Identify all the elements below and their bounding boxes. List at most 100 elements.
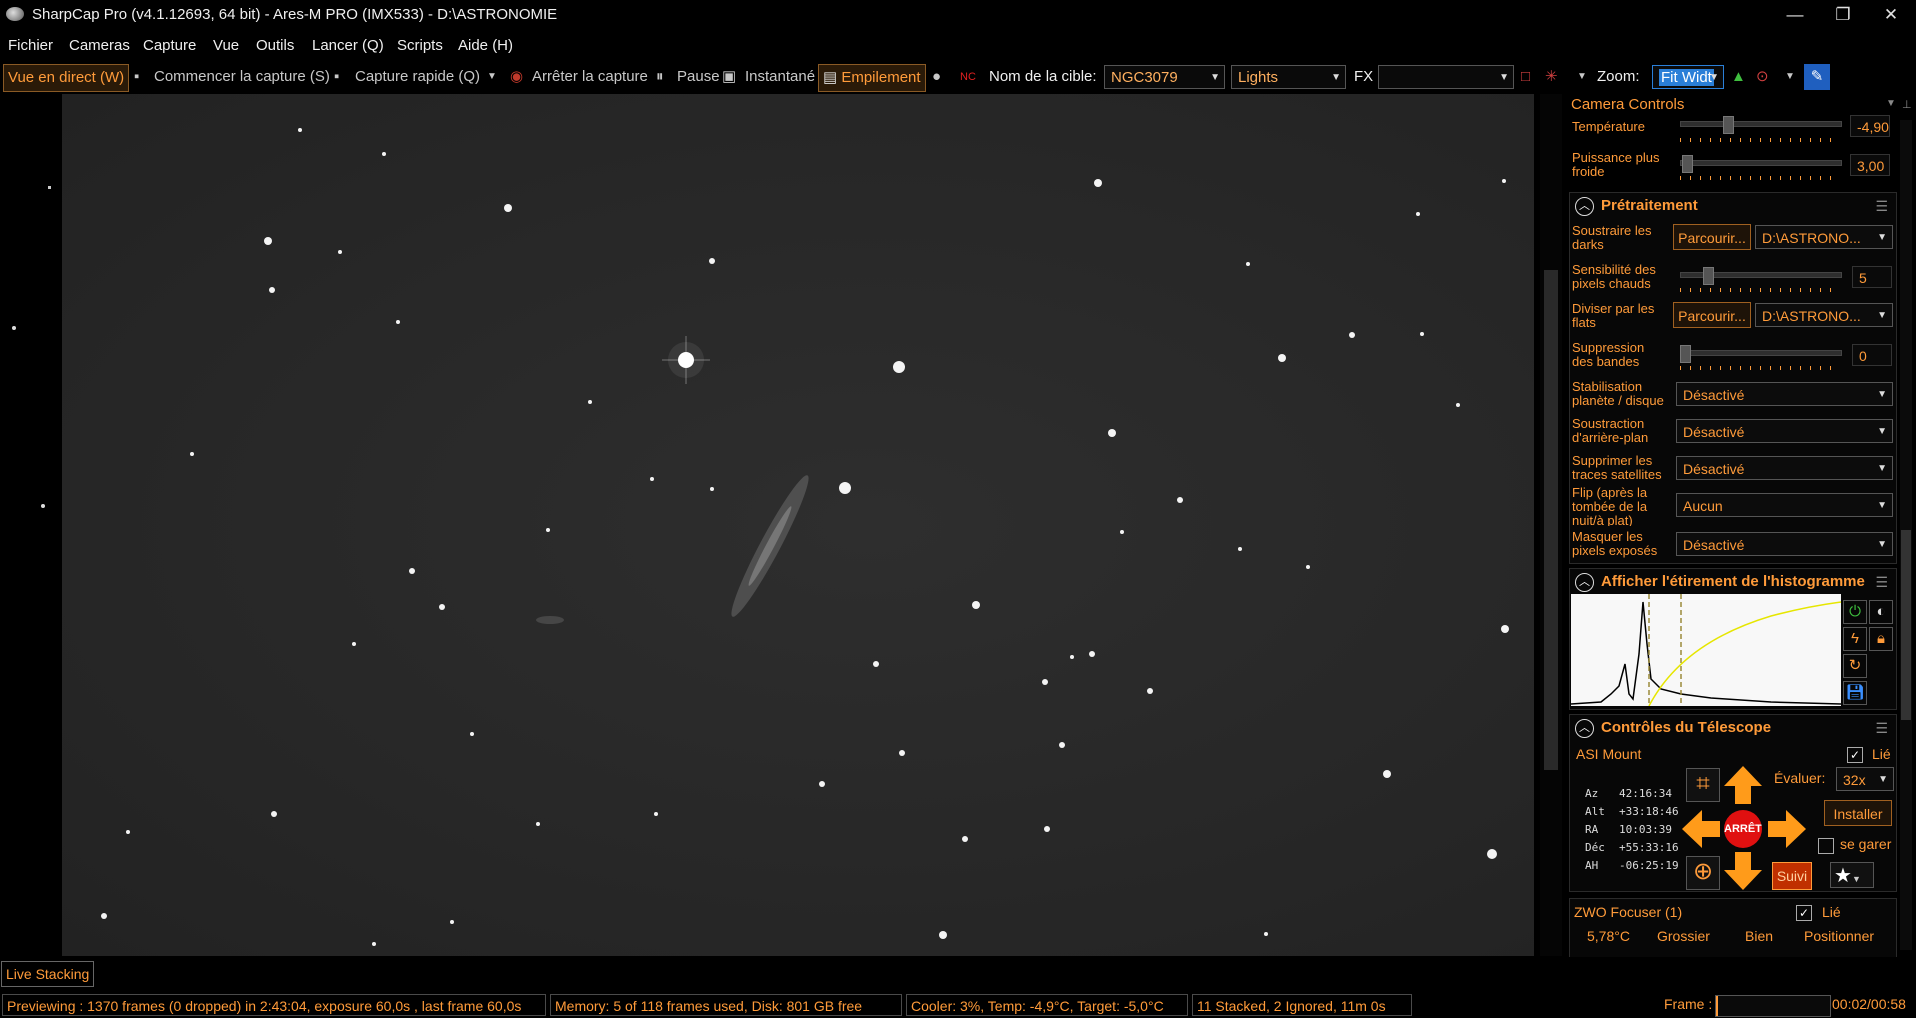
target-gear-icon[interactable]: ⊙ [1756,64,1769,90]
frame-type-select[interactable]: Lights ▼ [1231,65,1346,89]
temperature-slider-thumb[interactable] [1723,116,1734,134]
chevron-down-icon[interactable]: ▼ [1577,64,1587,90]
mask-select[interactable]: Désactivé ▼ [1676,532,1893,556]
hot-pixel-value[interactable]: 5 [1852,266,1892,288]
menu-launch[interactable]: Lancer (Q) [312,37,384,54]
zoom-select[interactable]: Fit Widt ▼ [1652,65,1724,89]
cooler-power-value[interactable]: 3,00 [1850,154,1890,176]
arrow-right-icon[interactable] [1766,808,1808,850]
menu-tools[interactable]: Outils [256,37,294,54]
menu-file[interactable]: Fichier [8,37,53,54]
mount-coordinates: Az 42:16:34 Alt +33:18:46 RA 10:03:39 Déc +5… [1585,785,1679,875]
crosshair-icon[interactable]: ⊕ [1686,856,1720,890]
hamburger-icon[interactable]: ☰ [1875,720,1888,737]
fx-select[interactable]: ▼ [1378,65,1514,89]
collapse-icon[interactable]: ︿ [1575,719,1594,738]
minimize-button[interactable]: — [1772,0,1818,30]
hamburger-icon[interactable]: ☰ [1875,574,1888,591]
lock-icon[interactable]: 🔒︎ [1869,627,1893,651]
dark-file-select[interactable]: D:\ASTRONO... ▼ [1755,225,1893,249]
chevron-down-icon[interactable]: ▼ [487,64,497,90]
temperature-slider[interactable] [1680,121,1842,127]
target-name-select[interactable]: NGC3079 ▼ [1104,65,1225,89]
temperature-value[interactable]: -4,90 [1850,115,1890,137]
banding-slider-thumb[interactable] [1680,345,1691,363]
banding-label: Suppression des bandes [1572,340,1645,369]
stacking-button[interactable]: ▤ Empilement [818,64,926,92]
browse-flats-button[interactable]: Parcourir... [1673,302,1751,328]
flip-select[interactable]: Aucun ▼ [1676,493,1893,517]
park-checkbox[interactable] [1818,838,1834,854]
stop-mount-button[interactable]: ARRÊTE [1724,810,1762,848]
collapse-icon[interactable]: ︿ [1575,573,1594,592]
histogram-peak-icon[interactable]: ▲ [1731,64,1746,90]
satellite-select[interactable]: Désactivé ▼ [1676,456,1893,480]
flat-file-select[interactable]: D:\ASTRONO... ▼ [1755,303,1893,327]
start-capture-button[interactable]: Commencer la capture (S) [154,64,330,90]
telescope-header[interactable]: ︿ Contrôles du Télescope ☰ [1570,715,1896,741]
cooler-power-slider[interactable] [1680,160,1842,166]
banding-value[interactable]: 0 [1852,344,1892,366]
live-stacking-bar: Live Stacking [0,960,1916,987]
maximize-button[interactable]: ❐ [1820,0,1866,30]
chevron-down-icon[interactable]: ▼ [1886,98,1896,109]
histogram-header[interactable]: ︿ Afficher l'étirement de l'histogramme … [1570,569,1896,595]
tracking-button[interactable]: Suivi [1772,862,1812,890]
pin-icon[interactable]: ✎ [1804,64,1830,90]
no-capture-icon[interactable]: NC [960,64,976,90]
snapshot-button[interactable]: Instantané [745,64,815,90]
preprocessing-header[interactable]: ︿ Prétraitement ☰ [1570,193,1896,219]
contrast-icon[interactable]: ◐ [1869,600,1893,624]
hamburger-icon[interactable]: ☰ [1875,198,1888,215]
quick-capture-button[interactable]: Capture rapide (Q) [355,64,480,90]
install-button[interactable]: Installer [1824,800,1892,826]
chevron-down-icon: ▼ [1877,310,1887,321]
arrow-left-icon[interactable] [1680,808,1722,850]
star-menu-button[interactable]: ★▼ [1830,862,1874,888]
collapse-icon[interactable]: ︿ [1575,197,1594,216]
slider-ticks [1680,138,1840,142]
zoom-value: Fit Widt [1659,69,1714,86]
rate-select[interactable]: 32x ▼ [1836,767,1894,791]
pin-icon[interactable]: ⊥ [1902,98,1912,111]
stabilisation-select[interactable]: Désactivé ▼ [1676,382,1893,406]
menu-scripts[interactable]: Scripts [397,37,443,54]
panel-scroll-thumb[interactable] [1901,530,1911,720]
pause-button[interactable]: Pause [677,64,720,90]
hot-pixel-slider-thumb[interactable] [1703,267,1714,285]
banding-slider[interactable] [1680,350,1842,356]
power-icon[interactable]: ⏻ [1843,600,1867,624]
close-button[interactable]: ✕ [1868,0,1914,30]
mount-name: ASI Mount [1576,746,1642,762]
focuser-linked-checkbox[interactable]: ✓ [1796,905,1812,921]
lightning-icon[interactable]: ϟ [1843,627,1867,651]
frame-type-value: Lights [1238,69,1279,86]
image-scroll-thumb[interactable] [1544,270,1558,770]
mount-linked-checkbox[interactable]: ✓ [1847,747,1863,763]
live-stacking-tab[interactable]: Live Stacking [1,961,95,987]
selection-rect-icon[interactable]: □ [1521,64,1530,90]
reset-icon[interactable]: ↻ [1843,654,1867,678]
preprocessing-title: Prétraitement [1601,197,1698,214]
coarse-label: Grossier [1657,928,1710,944]
sphere-icon[interactable]: ● [932,64,941,90]
save-icon[interactable]: 💾︎ [1843,681,1867,705]
background-label: Soustraction d'arrière-plan [1572,416,1649,445]
menu-capture[interactable]: Capture [143,37,196,54]
chevron-down-icon[interactable]: ▼ [1785,64,1795,90]
reticle-icon[interactable]: ✳ [1545,64,1558,90]
menu-view[interactable]: Vue [213,37,239,54]
histogram-plot[interactable] [1570,594,1842,707]
stop-capture-button[interactable]: Arrêter la capture [532,64,648,90]
background-select[interactable]: Désactivé ▼ [1676,419,1893,443]
live-image[interactable] [62,94,1544,974]
menu-help[interactable]: Aide (H) [458,37,513,54]
arrow-up-icon[interactable] [1722,764,1764,806]
browse-darks-button[interactable]: Parcourir... [1673,224,1751,250]
menu-cameras[interactable]: Cameras [69,37,130,54]
arrow-down-icon[interactable] [1722,850,1764,892]
frame-label: Frame : [1664,996,1713,1012]
spiral-search-icon[interactable]: ⌗ [1686,768,1720,802]
live-view-button[interactable]: Vue en direct (W) [3,64,130,92]
cooler-power-slider-thumb[interactable] [1682,155,1693,173]
